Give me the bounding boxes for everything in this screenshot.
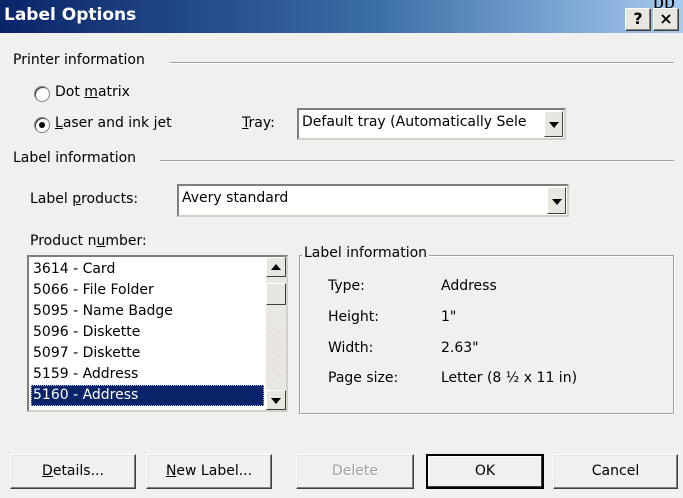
label-info-group-title: Label information: [302, 245, 430, 261]
chevron-up-icon: [271, 264, 281, 270]
label-products-select[interactable]: Avery standard: [177, 184, 569, 217]
close-button[interactable]: ×: [653, 8, 679, 31]
info-height-key: Height:: [328, 309, 379, 325]
tray-select[interactable]: Default tray (Automatically Sele: [297, 108, 566, 140]
laser-ink-jet-label[interactable]: Laser and ink jet: [55, 115, 172, 131]
info-page-size-key: Page size:: [328, 370, 399, 386]
dialog-title: Label Options: [4, 5, 137, 25]
info-type-key: Type:: [328, 278, 365, 294]
info-page-size-value: Letter (8 ½ x 11 in): [441, 370, 578, 386]
tray-label: Tray:: [242, 115, 275, 131]
label-products-dropdown-button[interactable]: [547, 187, 566, 214]
scroll-down-button[interactable]: [266, 390, 286, 410]
ok-button[interactable]: OK: [426, 454, 544, 489]
info-type-value: Address: [441, 278, 497, 294]
info-width-key: Width:: [328, 340, 374, 356]
chevron-down-icon: [271, 398, 281, 404]
list-item[interactable]: 5159 - Address: [31, 364, 264, 385]
label-options-dialog: Label Options pp ? × Printer information…: [0, 0, 683, 498]
tray-dropdown-button[interactable]: [544, 111, 563, 137]
dot-matrix-radio[interactable]: [34, 86, 50, 102]
chevron-down-icon: [549, 122, 559, 128]
list-item[interactable]: 5066 - File Folder: [31, 280, 264, 301]
dot-matrix-label[interactable]: Dot matrix: [55, 84, 130, 100]
cancel-button[interactable]: Cancel: [553, 454, 678, 489]
label-products-label: Label products:: [30, 191, 139, 207]
list-item[interactable]: 3614 - Card: [31, 259, 264, 280]
tray-select-value: Default tray (Automatically Sele: [302, 114, 527, 130]
label-information-heading: Label information: [13, 150, 137, 166]
info-height-value: 1": [441, 309, 457, 325]
printer-information-heading: Printer information: [13, 52, 145, 68]
new-label-button[interactable]: New Label...: [146, 454, 272, 489]
radio-selected-dot: [39, 122, 45, 128]
close-icon: ×: [659, 9, 673, 28]
label-info-groupbox: Label information Type: Address Height: …: [299, 245, 674, 414]
title-bar: Label Options pp ? ×: [0, 0, 683, 33]
delete-button[interactable]: Delete: [296, 454, 414, 489]
chevron-down-icon: [552, 199, 562, 205]
list-item[interactable]: 5095 - Name Badge: [31, 301, 264, 322]
list-item[interactable]: 5096 - Diskette: [31, 322, 264, 343]
list-item[interactable]: 5097 - Diskette: [31, 343, 264, 364]
label-section-divider: [160, 160, 674, 162]
laser-ink-jet-radio[interactable]: [34, 117, 50, 133]
label-products-value: Avery standard: [182, 190, 289, 206]
help-button[interactable]: ?: [625, 8, 651, 31]
product-number-list[interactable]: 3614 - Card 5066 - File Folder 5095 - Na…: [27, 255, 288, 412]
info-width-value: 2.63": [441, 340, 479, 356]
product-list-scrollbar[interactable]: [266, 257, 286, 410]
help-icon: ?: [633, 9, 643, 28]
product-number-label: Product number:: [30, 233, 147, 249]
details-button[interactable]: Details...: [10, 454, 136, 489]
list-item-selected[interactable]: 5160 - Address: [31, 385, 264, 406]
printer-section-divider: [170, 62, 674, 64]
scroll-thumb[interactable]: [266, 283, 286, 305]
scroll-up-button[interactable]: [266, 257, 286, 277]
